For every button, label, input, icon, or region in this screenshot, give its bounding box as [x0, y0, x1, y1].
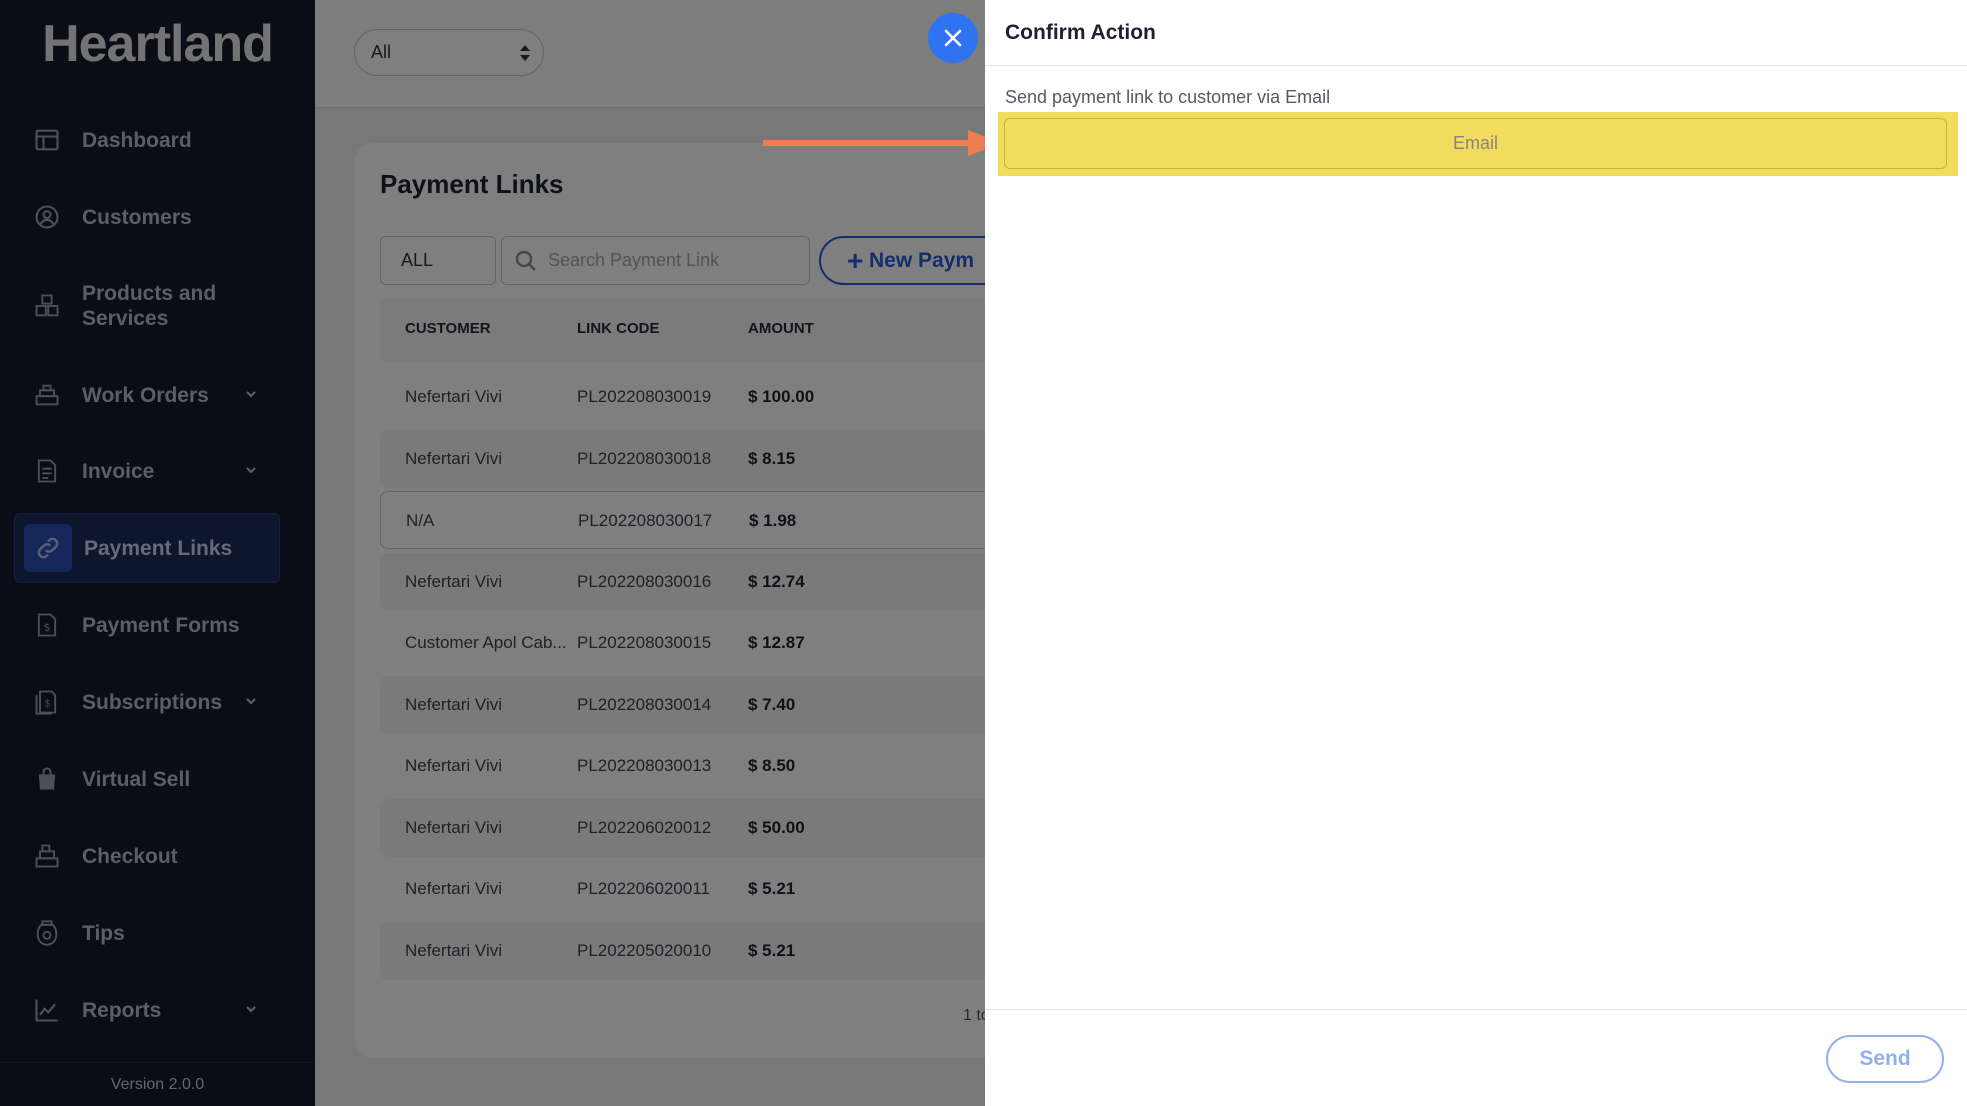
panel-title: Confirm Action	[1005, 21, 1156, 44]
email-field[interactable]	[1004, 118, 1947, 169]
modal-backdrop[interactable]	[0, 0, 985, 1106]
close-icon	[944, 29, 962, 47]
close-panel-button[interactable]	[928, 13, 978, 63]
panel-header: Confirm Action	[985, 0, 1967, 66]
pointer-arrow-icon	[763, 130, 1001, 156]
footer-divider	[985, 1009, 1967, 1010]
send-button[interactable]: Send	[1826, 1035, 1944, 1083]
panel-description: Send payment link to customer via Email	[1005, 87, 1331, 107]
confirm-action-panel: Confirm Action Send payment link to cust…	[985, 0, 1967, 1106]
